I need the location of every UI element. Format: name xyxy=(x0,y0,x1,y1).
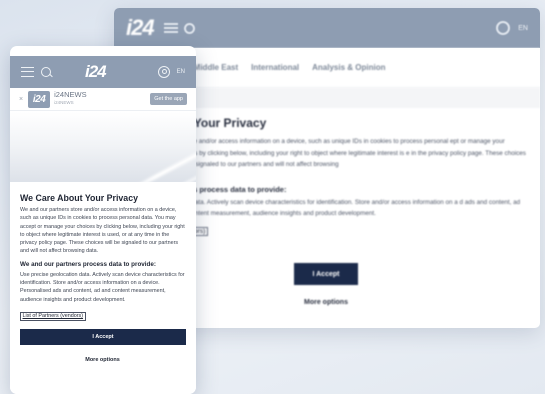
language-selector[interactable]: EN xyxy=(177,69,185,75)
desktop-partners-body: ation data. Actively scan device charact… xyxy=(176,198,521,218)
desktop-privacy-body: rs store and/or access information on a … xyxy=(176,138,526,169)
user-icon[interactable] xyxy=(157,66,170,78)
mobile-more-options-button[interactable]: More options xyxy=(20,357,185,363)
desktop-nav-right: EN xyxy=(496,21,528,35)
desktop-privacy-title: out Your Privacy xyxy=(172,116,267,130)
close-icon[interactable]: × xyxy=(19,96,23,103)
menu-icon[interactable] xyxy=(21,67,34,77)
mobile-partners-heading: We and our partners process data to prov… xyxy=(20,260,156,268)
search-icon[interactable] xyxy=(183,22,195,34)
language-selector[interactable]: EN xyxy=(518,25,528,32)
desktop-logo[interactable]: i24 xyxy=(126,15,155,41)
menu-item-middle-east[interactable]: Middle East xyxy=(194,63,238,72)
get-app-button[interactable]: Get the app xyxy=(150,93,187,105)
desktop-more-options-button[interactable]: More options xyxy=(280,299,372,306)
app-publisher: i24NEWS xyxy=(54,100,74,105)
mobile-logo[interactable]: i24 xyxy=(85,62,107,82)
menu-item-international[interactable]: International xyxy=(251,63,299,72)
mobile-partners-body: Use precise geolocation data. Actively s… xyxy=(20,271,185,303)
desktop-privacy-dialog: out Your Privacy rs store and/or access … xyxy=(172,116,526,306)
desktop-partners-heading: rtners process data to provide: xyxy=(176,184,287,194)
app-name: i24NEWS xyxy=(54,90,87,99)
mobile-privacy-body: We and our partners store and/or access … xyxy=(20,207,185,255)
search-icon[interactable] xyxy=(41,67,51,77)
menu-item-analysis-opinion[interactable]: Analysis & Opinion xyxy=(312,63,385,72)
app-logo: i24 xyxy=(28,90,51,108)
mobile-accept-button[interactable]: I Accept xyxy=(20,328,186,345)
mobile-window: i24 EN × i24 i24NEWS i24NEWS Get the app… xyxy=(10,46,196,394)
menu-icon[interactable] xyxy=(163,23,178,33)
mobile-vendors-link[interactable]: List of Partners (vendors) xyxy=(20,311,86,322)
mobile-privacy-title: We Care About Your Privacy xyxy=(20,193,138,203)
app-banner-text: i24NEWS i24NEWS xyxy=(54,91,87,107)
mobile-privacy-dialog: We Care About Your Privacy We and our pa… xyxy=(10,182,196,394)
user-icon[interactable] xyxy=(496,21,511,35)
app-install-banner: × i24 i24NEWS i24NEWS Get the app xyxy=(10,88,196,111)
desktop-navbar: i24 EN xyxy=(114,8,540,48)
desktop-accept-button[interactable]: I Accept xyxy=(294,263,358,285)
mobile-navbar: i24 EN xyxy=(10,56,196,88)
